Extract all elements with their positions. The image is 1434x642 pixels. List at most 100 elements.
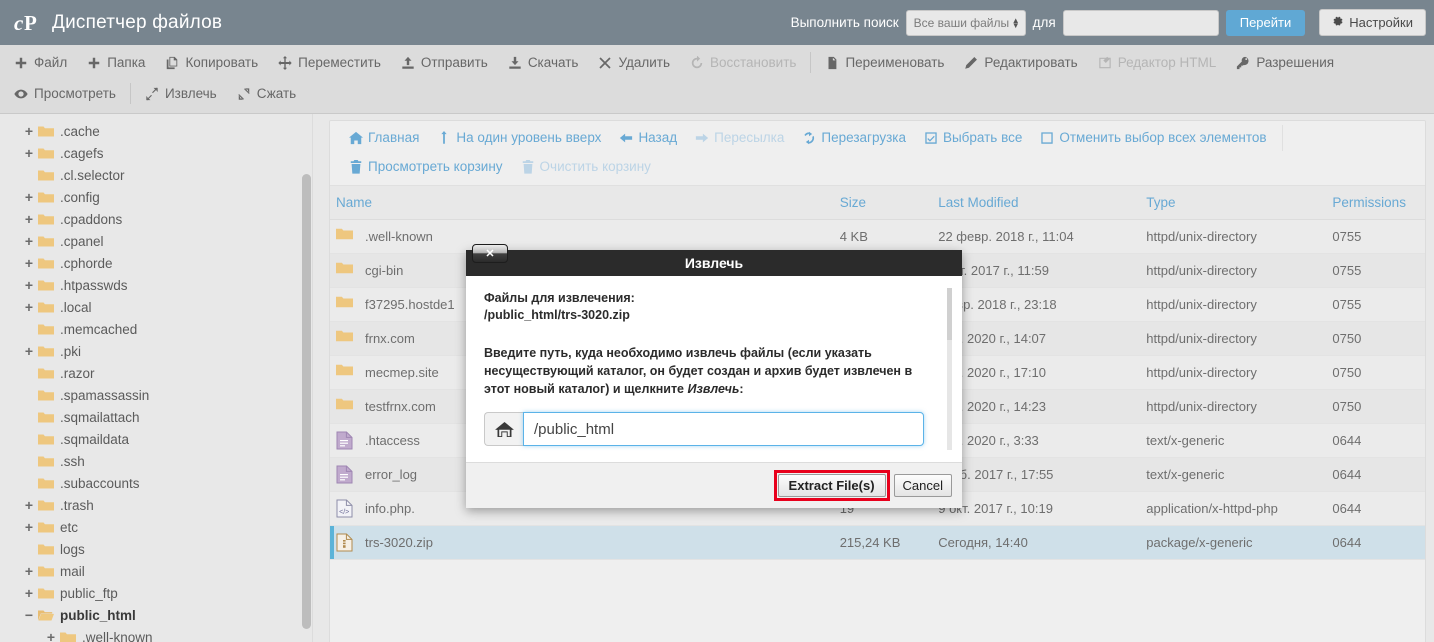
expand-toggle-icon[interactable]: + [22,277,36,293]
tree-item-cagefs[interactable]: + .cagefs [0,142,312,164]
expand-toggle-icon[interactable]: + [22,299,36,315]
expand-toggle-icon[interactable]: + [22,123,36,139]
cell-permissions: 0644 [1326,491,1425,526]
folder-icon [38,455,54,468]
nav-button-просмотреть-корзину[interactable]: Просмотреть корзину [340,157,512,176]
expand-toggle-icon[interactable]: + [22,145,36,161]
trash-icon [349,159,363,174]
tree-item-label: .trash [60,497,94,513]
expand-toggle-icon[interactable]: + [44,629,58,642]
tree-item-cl-selector[interactable]: +.cl.selector [0,164,312,186]
tree-item-memcached[interactable]: +.memcached [0,318,312,340]
cancel-button[interactable]: Cancel [893,474,952,497]
tree-item-cpanel[interactable]: + .cpanel [0,230,312,252]
extract-files-button[interactable]: Extract File(s) [777,474,886,497]
column-header-modified[interactable]: Last Modified [932,186,1141,220]
expand-toggle-icon[interactable]: + [22,211,36,227]
expand-toggle-icon[interactable]: + [22,255,36,271]
tree-item-mail[interactable]: + mail [0,560,312,582]
tree-item-well-known[interactable]: + .well-known [0,626,312,642]
home-icon[interactable] [484,412,523,446]
column-header-type[interactable]: Type [1140,186,1327,220]
expand-toggle-icon[interactable]: + [22,519,36,535]
tree-item-config[interactable]: + .config [0,186,312,208]
tree-item-spamassassin[interactable]: +.spamassassin [0,384,312,406]
go-button[interactable]: Перейти [1225,9,1306,36]
tree-item-htpasswds[interactable]: + .htpasswds [0,274,312,296]
dialog-scrollbar-thumb[interactable] [947,288,952,340]
home-icon [349,131,363,145]
tree-item-cache[interactable]: + .cache [0,120,312,142]
toolbar-button-извлечь[interactable]: Извлечь [135,83,227,104]
nav-button-отменить-выбор-всех-элементов[interactable]: Отменить выбор всех элементов [1031,128,1275,147]
toolbar-button-переименовать[interactable]: Переименовать [815,52,954,73]
extract-instructions: Введите путь, куда необходимо извлечь фа… [484,344,944,398]
toolbar-button-восстановить: Восстановить [680,52,806,73]
folder-icon [38,301,54,314]
tree-item-razor[interactable]: +.razor [0,362,312,384]
toolbar-button-просмотреть[interactable]: Просмотреть [4,83,126,104]
tree-item-label: etc [60,519,79,535]
nav-button-перезагрузка[interactable]: Перезагрузка [793,128,915,147]
nav-button-главная[interactable]: Главная [340,128,428,147]
toolbar-button-разрешения[interactable]: Разрешения [1226,52,1344,73]
tree-item-cphorde[interactable]: + .cphorde [0,252,312,274]
expand-toggle-icon[interactable]: + [22,189,36,205]
toolbar-button-скачать[interactable]: Скачать [498,52,589,73]
toolbar-button-файл[interactable]: Файл [4,52,77,73]
expand-toggle-icon[interactable]: + [22,233,36,249]
sidebar-scrollbar-thumb[interactable] [302,174,311,629]
expand-toggle-icon[interactable]: + [22,497,36,513]
folder-icon [38,169,54,182]
column-header-size[interactable]: Size [833,186,933,220]
toolbar-button-копировать[interactable]: Копировать [155,52,268,73]
tree-item-trash[interactable]: + .trash [0,494,312,516]
toolbar-button-отправить[interactable]: Отправить [391,52,498,73]
cell-permissions: 0644 [1326,457,1425,492]
tree-item-sqmaildata[interactable]: +.sqmaildata [0,428,312,450]
toolbar-button-label: Редактор HTML [1117,55,1217,70]
search-input[interactable] [1062,9,1219,36]
cell-modified: 9 окт. 2017 г., 10:19 [932,491,1141,526]
cell-type: httpd/unix-directory [1140,321,1327,356]
tree-item-public-html[interactable]: − public_html [0,604,312,626]
tree-item-subaccounts[interactable]: +.subaccounts [0,472,312,494]
gear-icon [1332,15,1344,30]
collapse-toggle-icon[interactable]: − [22,607,36,623]
cell-modified: апр. 2020 г., 3:33 [932,423,1141,458]
toolbar-button-редактировать[interactable]: Редактировать [954,52,1087,73]
toolbar-button-удалить[interactable]: Удалить [588,52,680,73]
tree-item-sqmailattach[interactable]: +.sqmailattach [0,406,312,428]
toolbar-button-папка[interactable]: Папка [77,52,155,73]
instructions-emphasis: Извлечь [687,382,740,396]
toolbar-button-label: Переместить [298,55,381,70]
column-header-permissions[interactable]: Permissions [1326,186,1425,220]
tree-item-local[interactable]: + .local [0,296,312,318]
folder-icon [60,631,76,642]
column-header-name[interactable]: Name [330,186,834,220]
tree-item-public-ftp[interactable]: + public_ftp [0,582,312,604]
extract-path-input[interactable] [523,412,924,446]
expand-toggle-icon[interactable]: + [22,585,36,601]
folder-icon [38,389,54,402]
tree-item-logs[interactable]: +logs [0,538,312,560]
expand-toggle-icon[interactable]: + [22,563,36,579]
table-row[interactable]: trs-3020.zip 215,24 KB Сегодня, 14:40 packa… [330,525,1425,560]
folder-icon [38,345,54,358]
tree-item-etc[interactable]: + etc [0,516,312,538]
close-icon[interactable]: ✕ [472,244,508,263]
nav-button-назад[interactable]: Назад [610,128,686,147]
tree-item-pki[interactable]: + .pki [0,340,312,362]
settings-button[interactable]: Настройки [1319,9,1426,36]
toolbar-button-сжать[interactable]: Сжать [227,83,307,104]
expand-toggle-icon[interactable]: + [22,343,36,359]
tree-item-cpaddons[interactable]: + .cpaddons [0,208,312,230]
expand-icon [145,87,159,101]
folder-icon [336,295,353,314]
nav-button-на-один-уровень-вверх[interactable]: На один уровень вверх [428,128,610,147]
tree-item-ssh[interactable]: +.ssh [0,450,312,472]
cell-modified: Сегодня, 14:40 [932,525,1141,560]
search-scope-select[interactable]: Все ваши файлы ▲ ▼ [905,9,1026,36]
nav-button-выбрать-все[interactable]: Выбрать все [915,128,1031,147]
toolbar-button-переместить[interactable]: Переместить [268,52,391,73]
